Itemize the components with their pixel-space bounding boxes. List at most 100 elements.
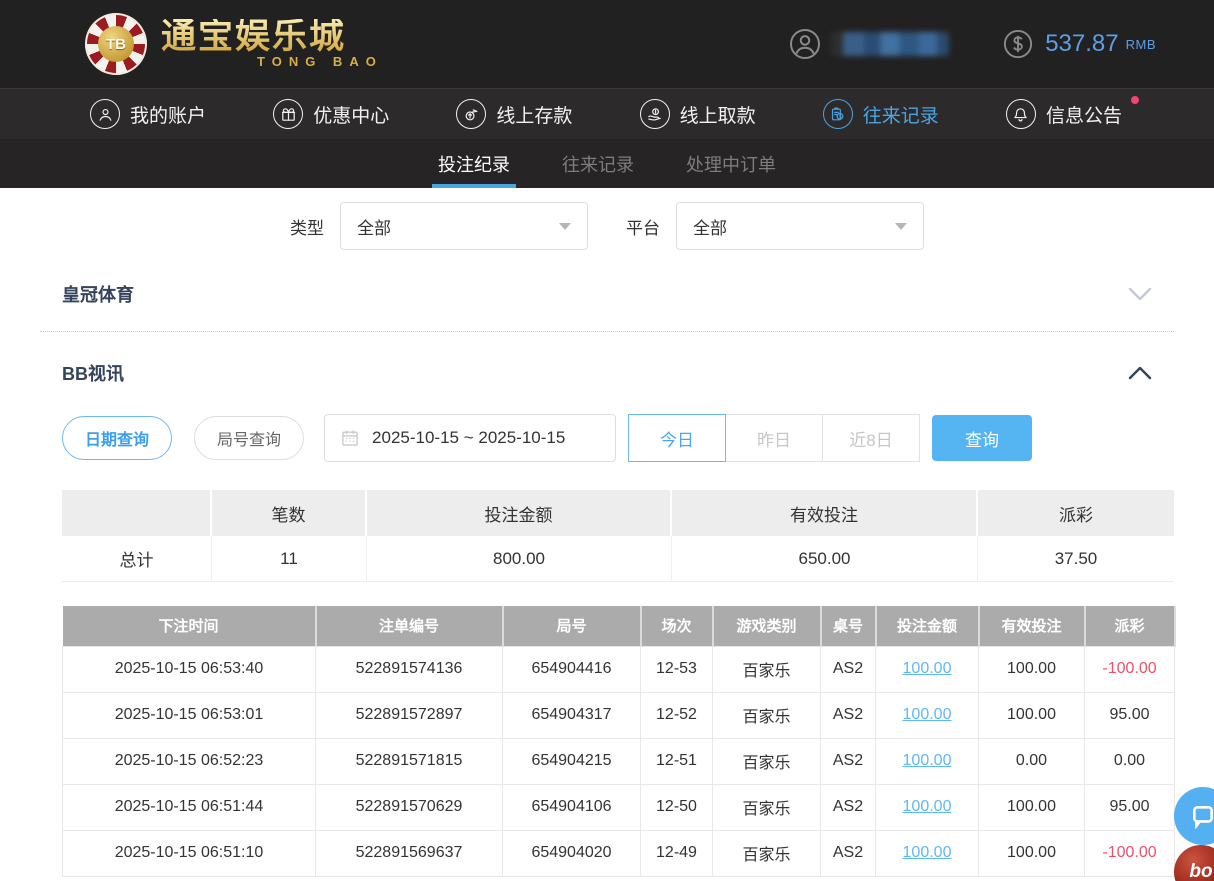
nav-item-promotions[interactable]: 优惠中心 bbox=[273, 99, 389, 129]
gift-icon bbox=[273, 99, 303, 129]
section-crown-sports[interactable]: 皇冠体育 bbox=[40, 256, 1174, 332]
tab-bet-records[interactable]: 投注纪录 bbox=[435, 139, 513, 188]
cell-order-id: 522891572897 bbox=[316, 692, 503, 738]
type-select[interactable]: 全部 bbox=[340, 202, 588, 250]
username-redacted bbox=[831, 32, 949, 56]
balance-amount: 537.87 bbox=[1045, 30, 1118, 58]
type-filter-label: 类型 bbox=[290, 214, 324, 239]
calendar-icon bbox=[340, 428, 360, 448]
nav-item-transaction-records[interactable]: 往来记录 bbox=[823, 99, 939, 129]
cell-session: 12-50 bbox=[641, 784, 713, 830]
cell-round-id: 654904020 bbox=[503, 830, 641, 876]
main-nav: 我的账户 优惠中心 线上存款 线上取款 往来记录 信息公告 bbox=[0, 88, 1214, 139]
cell-game-type: 百家乐 bbox=[713, 784, 821, 830]
tab-pending-orders[interactable]: 处理中订单 bbox=[683, 139, 779, 188]
balance-currency: RMB bbox=[1126, 37, 1156, 52]
cell-table-no: AS2 bbox=[821, 692, 876, 738]
cell-bet-time: 2025-10-15 06:52:23 bbox=[63, 738, 316, 784]
col-order-id: 注单编号 bbox=[316, 606, 503, 646]
table-row: 2025-10-15 06:51:44522891570629654904106… bbox=[63, 784, 1175, 830]
nav-label: 线上取款 bbox=[680, 101, 756, 128]
cell-bet-time: 2025-10-15 06:53:01 bbox=[63, 692, 316, 738]
filter-row: 类型 全部 平台 全部 bbox=[0, 188, 1214, 250]
cell-valid-bet: 100.00 bbox=[979, 646, 1085, 692]
table-row: 2025-10-15 06:51:10522891569637654904020… bbox=[63, 830, 1175, 876]
summary-table: 笔数 投注金额 有效投注 派彩 总计 11 800.00 650.00 37.5… bbox=[62, 490, 1174, 582]
platform-select[interactable]: 全部 bbox=[676, 202, 924, 250]
col-session: 场次 bbox=[641, 606, 713, 646]
cell-round-id: 654904416 bbox=[503, 646, 641, 692]
button-label: 日期查询 bbox=[85, 426, 149, 450]
records-icon bbox=[823, 99, 853, 129]
summary-total-payout: 37.50 bbox=[978, 536, 1174, 582]
cell-session: 12-51 bbox=[641, 738, 713, 784]
bet-table-header-row: 下注时间 注单编号 局号 场次 游戏类别 桌号 投注金额 有效投注 派彩 bbox=[63, 606, 1175, 646]
date-range-value: 2025-10-15 ~ 2025-10-15 bbox=[372, 428, 565, 448]
col-payout: 派彩 bbox=[1085, 606, 1175, 646]
cell-table-no: AS2 bbox=[821, 646, 876, 692]
tab-transaction-records[interactable]: 往来记录 bbox=[559, 139, 637, 188]
casino-chip-icon: TB bbox=[85, 13, 147, 75]
quick-date-group: 今日 昨日 近8日 bbox=[628, 414, 920, 462]
withdraw-icon bbox=[640, 99, 670, 129]
logo-text: 通宝娱乐城 TONG BAO bbox=[161, 19, 383, 69]
cell-payout: 95.00 bbox=[1085, 692, 1175, 738]
nav-label: 我的账户 bbox=[130, 101, 206, 128]
tab-label: 投注纪录 bbox=[438, 151, 510, 177]
bet-table-body: 2025-10-15 06:53:40522891574136654904416… bbox=[63, 646, 1175, 876]
table-row: 2025-10-15 06:53:40522891574136654904416… bbox=[63, 646, 1175, 692]
summary-header-bet: 投注金额 bbox=[367, 490, 672, 536]
cell-game-type: 百家乐 bbox=[713, 738, 821, 784]
account-icon bbox=[90, 99, 120, 129]
cell-bet-amount[interactable]: 100.00 bbox=[876, 738, 979, 784]
cell-session: 12-52 bbox=[641, 692, 713, 738]
nav-item-announcements[interactable]: 信息公告 bbox=[1006, 99, 1122, 129]
round-query-button[interactable]: 局号查询 bbox=[194, 416, 304, 460]
cell-payout: 0.00 bbox=[1085, 738, 1175, 784]
cell-bet-amount[interactable]: 100.00 bbox=[876, 692, 979, 738]
search-button[interactable]: 查询 bbox=[932, 415, 1032, 461]
site-name: 通宝娱乐城 bbox=[161, 19, 383, 56]
button-label: 近8日 bbox=[849, 426, 892, 451]
notification-badge bbox=[1131, 96, 1139, 104]
cell-valid-bet: 0.00 bbox=[979, 738, 1085, 784]
cell-order-id: 522891569637 bbox=[316, 830, 503, 876]
cell-session: 12-53 bbox=[641, 646, 713, 692]
cell-bet-amount[interactable]: 100.00 bbox=[876, 830, 979, 876]
summary-total-label: 总计 bbox=[62, 536, 212, 582]
last8days-button[interactable]: 近8日 bbox=[822, 414, 920, 462]
chip-monogram: TB bbox=[98, 26, 134, 62]
date-query-button[interactable]: 日期查询 bbox=[62, 416, 172, 460]
cell-bet-amount[interactable]: 100.00 bbox=[876, 784, 979, 830]
user-avatar-icon[interactable] bbox=[789, 28, 821, 60]
section-bb-video[interactable]: BB视讯 bbox=[40, 332, 1174, 414]
cell-table-no: AS2 bbox=[821, 738, 876, 784]
query-controls: 日期查询 局号查询 2025-10-15 ~ 2025-10-15 今日 昨日 … bbox=[62, 414, 1152, 462]
chevron-up-icon bbox=[1128, 366, 1152, 380]
today-button[interactable]: 今日 bbox=[628, 414, 726, 462]
nav-item-deposit[interactable]: 线上存款 bbox=[456, 99, 572, 129]
chat-float-button[interactable] bbox=[1174, 787, 1214, 845]
cell-bet-amount[interactable]: 100.00 bbox=[876, 646, 979, 692]
summary-header-empty bbox=[62, 490, 212, 536]
site-logo[interactable]: TB 通宝娱乐城 TONG BAO bbox=[85, 13, 383, 75]
type-select-value: 全部 bbox=[357, 214, 391, 239]
tab-label: 往来记录 bbox=[562, 151, 634, 177]
summary-total-valid: 650.00 bbox=[672, 536, 978, 582]
deposit-icon bbox=[456, 99, 486, 129]
date-range-input[interactable]: 2025-10-15 ~ 2025-10-15 bbox=[324, 414, 616, 462]
promo-float-button[interactable]: bo bbox=[1174, 845, 1214, 881]
cell-round-id: 654904317 bbox=[503, 692, 641, 738]
table-row: 2025-10-15 06:53:01522891572897654904317… bbox=[63, 692, 1175, 738]
nav-item-my-account[interactable]: 我的账户 bbox=[90, 99, 206, 129]
summary-header-count: 笔数 bbox=[212, 490, 367, 536]
yesterday-button[interactable]: 昨日 bbox=[725, 414, 823, 462]
top-header: TB 通宝娱乐城 TONG BAO 537.87 RMB bbox=[0, 0, 1214, 88]
nav-item-withdraw[interactable]: 线上取款 bbox=[640, 99, 756, 129]
summary-header-valid: 有效投注 bbox=[672, 490, 978, 536]
chevron-down-icon bbox=[1128, 287, 1152, 301]
button-label: 昨日 bbox=[757, 426, 791, 451]
cell-table-no: AS2 bbox=[821, 784, 876, 830]
chat-icon bbox=[1190, 803, 1214, 829]
summary-total-row: 总计 11 800.00 650.00 37.50 bbox=[62, 536, 1174, 582]
